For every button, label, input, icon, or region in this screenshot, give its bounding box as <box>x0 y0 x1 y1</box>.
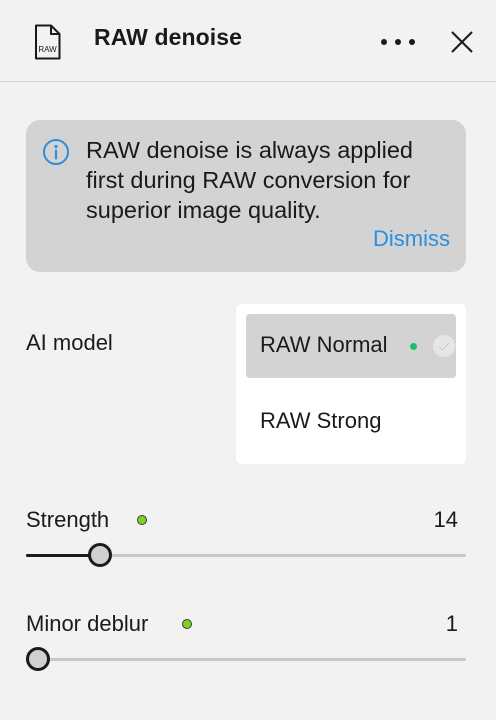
info-icon <box>43 139 69 165</box>
minor-deblur-slider[interactable] <box>26 647 466 671</box>
more-horizontal-icon <box>381 39 415 45</box>
minor-deblur-label: Minor deblur <box>26 611 149 636</box>
strength-value: 14 <box>433 507 458 532</box>
ai-model-label: AI model <box>26 330 113 355</box>
info-message: RAW denoise is always applied first duri… <box>86 137 413 223</box>
more-options-button[interactable] <box>374 26 422 58</box>
strength-changed-dot <box>137 515 147 525</box>
panel-title: RAW denoise <box>94 24 243 50</box>
model-option-raw-strong[interactable]: RAW Strong <box>246 390 456 454</box>
check-circle-icon <box>433 335 455 357</box>
ai-model-list: RAW Normal RAW Strong <box>236 304 466 464</box>
model-status-dot <box>410 343 417 350</box>
panel-header: RAW RAW denoise <box>0 0 496 82</box>
strength-label: Strength <box>26 507 110 532</box>
minor-deblur-value: 1 <box>445 611 458 636</box>
model-option-label: RAW Normal <box>260 332 388 357</box>
close-icon <box>451 31 473 53</box>
strength-slider[interactable] <box>26 543 466 567</box>
raw-file-icon-label: RAW <box>38 45 57 54</box>
strength-slider-thumb[interactable] <box>88 543 113 567</box>
dismiss-button[interactable]: Dismiss <box>373 226 450 252</box>
model-option-label: RAW Strong <box>260 408 382 433</box>
model-option-raw-normal[interactable]: RAW Normal <box>246 314 456 378</box>
minor-deblur-slider-thumb[interactable] <box>26 647 50 671</box>
raw-file-icon: RAW <box>35 24 61 60</box>
close-button[interactable] <box>446 26 478 58</box>
minor-deblur-changed-dot <box>182 619 192 629</box>
info-banner: RAW denoise is always applied first duri… <box>26 120 466 272</box>
